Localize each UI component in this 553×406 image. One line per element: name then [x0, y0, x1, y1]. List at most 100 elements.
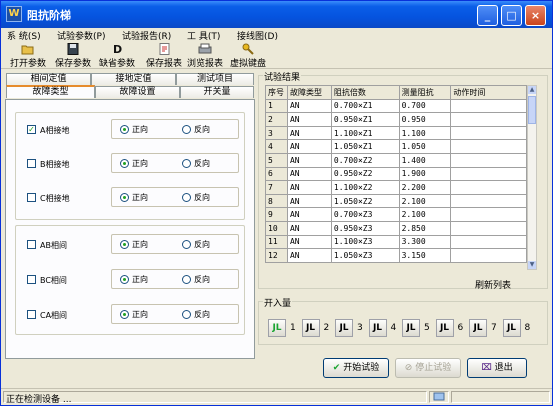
table-cell: AN	[286, 125, 332, 141]
fault-label: AB相间	[40, 241, 67, 250]
table-cell	[450, 207, 527, 222]
forward-radio[interactable]	[120, 193, 129, 202]
table-row[interactable]: 1 AN 0.700×Z1 0.700	[265, 98, 527, 114]
reverse-radio[interactable]	[182, 159, 191, 168]
column-header[interactable]: 测量阻抗	[398, 85, 452, 100]
checkmark-icon: ✔	[332, 363, 341, 373]
stop-test-button[interactable]: ⊘ 停止试验	[395, 358, 461, 378]
table-row[interactable]: 2 AN 0.950×Z1 0.950	[265, 112, 527, 127]
table-cell	[450, 193, 527, 209]
fault-checkbox-a-ground[interactable]: ✓	[27, 125, 36, 134]
save-report-button[interactable]: 保存报表	[142, 43, 186, 69]
save-params-button[interactable]: 保存参数	[51, 43, 95, 69]
app-icon[interactable]: W	[6, 6, 22, 22]
table-cell: 0.950	[398, 112, 452, 127]
column-header[interactable]: 序号	[265, 85, 288, 100]
switch-input-5-icon[interactable]: JL	[402, 319, 420, 337]
switch-input-3-icon[interactable]: JL	[335, 319, 353, 337]
close-button[interactable]: ×	[525, 5, 546, 26]
table-cell: 1	[265, 98, 288, 114]
tab-switch-inputs[interactable]: 开关量	[180, 86, 254, 98]
default-params-button[interactable]: D 缺省参数	[95, 43, 139, 69]
tab-ground-setting[interactable]: 接地定值	[91, 73, 176, 85]
column-header[interactable]: 故障类型	[286, 85, 332, 100]
table-row[interactable]: 6 AN 0.950×Z2 1.900	[265, 166, 527, 182]
table-cell: 10	[265, 220, 288, 236]
maximize-button[interactable]: □	[501, 5, 522, 26]
switch-input-number: 1	[290, 323, 296, 333]
forward-radio[interactable]	[120, 125, 129, 134]
table-cell: 2.100	[398, 207, 452, 222]
forward-radio[interactable]	[120, 159, 129, 168]
direction-box: 正向 反向	[111, 153, 239, 173]
switch-input-4-icon[interactable]: JL	[368, 319, 387, 337]
status-bar: 正在检测设备 ...	[1, 388, 552, 405]
open-params-button[interactable]: 打开参数	[6, 43, 50, 69]
fault-checkbox-ca[interactable]	[27, 310, 36, 319]
switch-input-2-icon[interactable]: JL	[301, 319, 320, 337]
switch-input-1-icon[interactable]: JL	[268, 319, 286, 337]
table-row[interactable]: 5 AN 0.700×Z2 1.400	[265, 152, 527, 168]
table-row[interactable]: 3 AN 1.100×Z1 1.100	[265, 125, 527, 141]
table-cell: 1.100×Z2	[330, 180, 400, 195]
switch-input-6-icon[interactable]: JL	[435, 319, 454, 337]
fault-checkbox-ab[interactable]	[27, 240, 36, 249]
ground-fault-group: ✓ A相接地 正向 反向 B相接地 正向 反向 C相接地 正向 反向	[15, 112, 245, 220]
forward-radio[interactable]	[120, 240, 129, 249]
forward-radio[interactable]	[120, 310, 129, 319]
fault-checkbox-b-ground[interactable]	[27, 159, 36, 168]
tab-fault-settings[interactable]: 故障设置	[95, 86, 180, 98]
switch-input-7-icon[interactable]: JL	[469, 319, 487, 337]
title-bar[interactable]: W 阻抗阶梯 _ □ ×	[1, 1, 552, 28]
column-header[interactable]: 动作时间	[450, 85, 527, 100]
tab-phase-setting[interactable]: 相间定值	[6, 73, 91, 85]
reverse-radio[interactable]	[182, 310, 191, 319]
forward-radio[interactable]	[120, 275, 129, 284]
table-cell: 0.700×Z1	[330, 98, 400, 114]
browse-report-button[interactable]: 浏览报表	[183, 43, 227, 69]
reverse-radio[interactable]	[182, 125, 191, 134]
scroll-up-icon[interactable]: ▲	[528, 86, 536, 94]
table-row[interactable]: 11 AN 1.100×Z3 3.300	[265, 234, 527, 250]
table-cell	[450, 248, 527, 263]
table-cell: 1.100×Z1	[330, 125, 400, 141]
tab-fault-type[interactable]: 故障类型	[6, 85, 95, 98]
table-row[interactable]: 4 AN 1.050×Z1 1.050	[265, 139, 527, 154]
vertical-scrollbar[interactable]: ▲ ▼	[527, 85, 537, 270]
table-row[interactable]: 8 AN 1.050×Z2 2.100	[265, 193, 527, 209]
direction-box: 正向 反向	[111, 119, 239, 139]
virtual-keyboard-label: 虚拟键盘	[229, 59, 266, 69]
tab-test-items[interactable]: 测试项目	[176, 73, 254, 85]
switch-input-number: 8	[524, 323, 531, 333]
reverse-radio[interactable]	[182, 275, 191, 284]
results-table[interactable]: 序号 故障类型 阻抗倍数 测量阻抗 动作时间 1 AN 0.700×Z1 0.700 2…	[265, 85, 527, 263]
exit-button[interactable]: ⌧ 退出	[467, 358, 527, 378]
table-cell: 7	[265, 180, 288, 195]
results-body: 1 AN 0.700×Z1 0.700 2 AN 0.950×Z1 0.950 3 AN 1.100…	[265, 98, 527, 263]
scroll-thumb[interactable]	[528, 96, 536, 124]
table-cell: 12	[265, 248, 288, 263]
table-row[interactable]: 9 AN 0.700×Z3 2.100	[265, 207, 527, 222]
reverse-radio[interactable]	[182, 240, 191, 249]
refresh-list-button[interactable]: 刷新列表	[475, 278, 511, 291]
phase-fault-group: AB相间 正向 反向 BC相间 正向 反向 CA相间 正向 反向	[15, 225, 245, 335]
table-cell: AN	[286, 234, 332, 250]
table-row[interactable]: 10 AN 0.950×Z3 2.850	[265, 220, 527, 236]
device-status-icon	[433, 392, 445, 401]
column-header[interactable]: 阻抗倍数	[330, 85, 400, 100]
start-test-button[interactable]: ✔ 开始试验	[323, 358, 389, 378]
table-cell: AN	[286, 152, 332, 168]
fault-checkbox-c-ground[interactable]	[27, 193, 36, 202]
switch-input-number: 7	[491, 323, 497, 333]
virtual-keyboard-button[interactable]: 虚拟键盘	[226, 43, 270, 69]
fault-checkbox-bc[interactable]	[27, 275, 36, 284]
table-row[interactable]: 7 AN 1.100×Z2 2.200	[265, 180, 527, 195]
toolbar: 打开参数 保存参数 D 缺省参数 保存报表 浏览报表 虚拟键盘	[1, 41, 552, 69]
switch-input-8-icon[interactable]: JL	[502, 319, 521, 337]
table-header-row: 序号 故障类型 阻抗倍数 测量阻抗 动作时间	[265, 85, 527, 100]
reverse-radio[interactable]	[182, 193, 191, 202]
table-cell: 2.100	[398, 193, 452, 209]
minimize-button[interactable]: _	[477, 5, 498, 26]
table-row[interactable]: 12 AN 1.050×Z3 3.150	[265, 248, 527, 263]
scroll-down-icon[interactable]: ▼	[528, 261, 536, 269]
